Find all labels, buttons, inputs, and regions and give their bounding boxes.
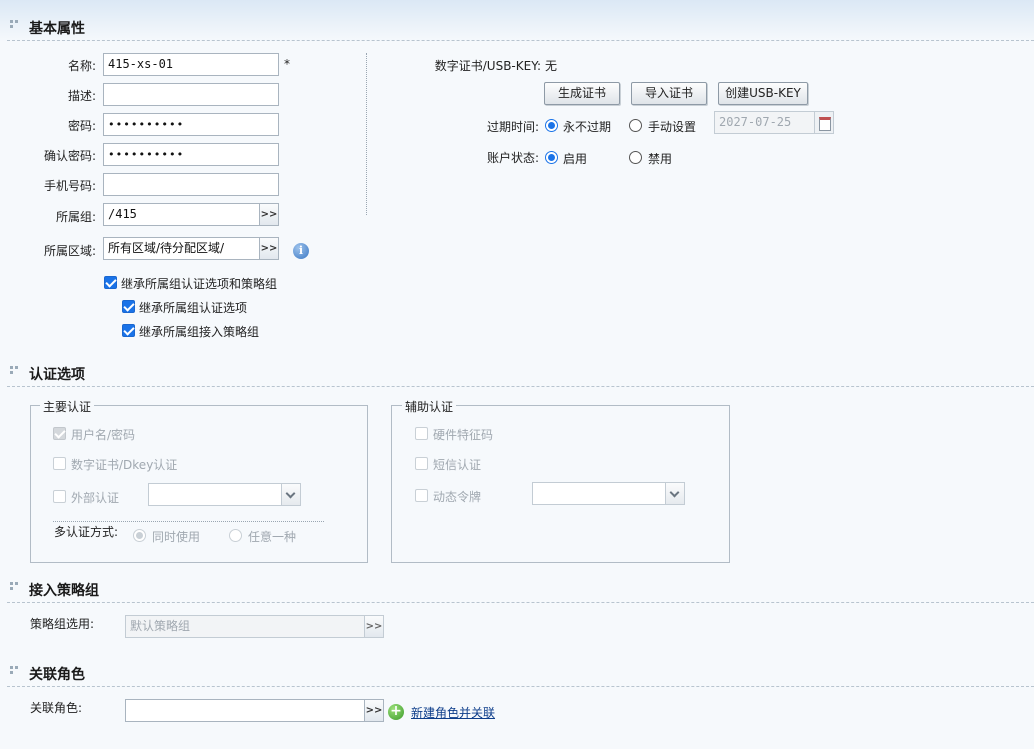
- status-label: 账户状态:: [486, 151, 539, 165]
- userpass-checkbox[interactable]: [53, 427, 66, 440]
- expire-manual-radio[interactable]: [629, 119, 642, 132]
- status-disable-radio[interactable]: [629, 151, 642, 164]
- grip-icon: [10, 366, 20, 376]
- section-divider: [7, 686, 1034, 687]
- token-checkbox[interactable]: [415, 489, 428, 502]
- info-icon[interactable]: i: [293, 243, 309, 259]
- inherit-auth-checkbox[interactable]: [122, 300, 135, 313]
- external-auth-select[interactable]: [148, 483, 301, 506]
- section-header-policy: 接入策略组: [0, 579, 1034, 603]
- import-cert-button[interactable]: 导入证书: [631, 82, 707, 105]
- section-divider: [7, 386, 1034, 387]
- hardware-label: 硬件特征码: [433, 428, 494, 442]
- create-usbkey-button[interactable]: 创建USB-KEY: [718, 82, 808, 105]
- confirm-password-label: 确认密码:: [43, 149, 96, 163]
- phone-input[interactable]: [103, 173, 279, 196]
- expire-never-label: 永不过期: [563, 120, 612, 134]
- section-title-policy: 接入策略组: [29, 583, 99, 599]
- grip-icon: [10, 582, 20, 592]
- add-icon[interactable]: +: [388, 704, 404, 720]
- multi-any-label: 任意一种: [248, 530, 297, 544]
- grip-icon: [10, 666, 20, 676]
- section-header-basic: 基本属性: [0, 17, 1034, 41]
- group-picker-button[interactable]: >>: [259, 203, 279, 226]
- role-label: 关联角色:: [30, 701, 83, 715]
- calendar-icon[interactable]: [814, 111, 834, 134]
- multi-all-radio[interactable]: [133, 529, 146, 542]
- expire-date-input[interactable]: 2027-07-25: [714, 111, 815, 134]
- inherit-policy-checkbox[interactable]: [122, 324, 135, 337]
- sms-label: 短信认证: [433, 458, 482, 472]
- multi-auth-label: 多认证方式:: [54, 525, 119, 539]
- confirm-password-input[interactable]: ••••••••••: [103, 143, 279, 166]
- multi-all-label: 同时使用: [152, 530, 201, 544]
- cert-value: 无: [545, 59, 558, 73]
- sms-checkbox[interactable]: [415, 457, 428, 470]
- desc-input[interactable]: [103, 83, 279, 106]
- region-label: 所属区域:: [43, 244, 96, 258]
- multi-auth-divider: [53, 521, 324, 522]
- chevron-down-icon: [281, 484, 300, 505]
- digital-cert-label: 数字证书/Dkey认证: [71, 458, 178, 472]
- policy-picker-button[interactable]: >>: [364, 615, 384, 638]
- new-role-link[interactable]: 新建角色并关联: [411, 704, 495, 721]
- role-input[interactable]: [125, 699, 365, 722]
- external-auth-checkbox[interactable]: [53, 490, 66, 503]
- section-divider: [7, 40, 1034, 41]
- region-picker-button[interactable]: >>: [259, 237, 279, 260]
- grip-icon: [10, 20, 20, 30]
- hardware-checkbox[interactable]: [415, 427, 428, 440]
- group-label: 所属组:: [55, 210, 96, 224]
- primary-auth-legend: 主要认证: [40, 398, 95, 415]
- expire-never-radio[interactable]: [545, 119, 558, 132]
- policy-input[interactable]: 默认策略组: [125, 615, 365, 638]
- section-title-auth: 认证选项: [29, 367, 85, 383]
- cert-label: 数字证书/USB-KEY:: [434, 59, 541, 73]
- inherit-policy-label: 继承所属组接入策略组: [139, 325, 260, 339]
- group-input[interactable]: /415: [103, 203, 260, 226]
- section-title-basic: 基本属性: [29, 21, 85, 37]
- inherit-all-label: 继承所属组认证选项和策略组: [121, 277, 278, 291]
- inherit-auth-label: 继承所属组认证选项: [139, 301, 248, 315]
- userpass-label: 用户名/密码: [71, 428, 136, 442]
- status-disable-label: 禁用: [648, 152, 673, 166]
- section-header-auth: 认证选项: [0, 363, 1034, 387]
- status-enable-label: 启用: [563, 152, 588, 166]
- column-divider: [366, 53, 367, 215]
- expire-label: 过期时间:: [486, 120, 539, 134]
- external-auth-label: 外部认证: [71, 491, 120, 505]
- desc-label: 描述:: [67, 89, 96, 103]
- digital-cert-checkbox[interactable]: [53, 457, 66, 470]
- expire-manual-label: 手动设置: [648, 120, 697, 134]
- chevron-down-icon: [665, 483, 684, 504]
- section-title-role: 关联角色: [29, 667, 85, 683]
- section-divider: [7, 602, 1034, 603]
- role-picker-button[interactable]: >>: [364, 699, 384, 722]
- name-input[interactable]: 415-xs-01: [103, 53, 279, 76]
- generate-cert-button[interactable]: 生成证书: [544, 82, 620, 105]
- multi-any-radio[interactable]: [229, 529, 242, 542]
- policy-label: 策略组选用:: [30, 617, 95, 631]
- phone-label: 手机号码:: [43, 179, 96, 193]
- required-mark: *: [284, 57, 290, 71]
- password-input[interactable]: ••••••••••: [103, 113, 279, 136]
- aux-auth-legend: 辅助认证: [402, 398, 457, 415]
- password-label: 密码:: [67, 119, 96, 133]
- inherit-all-checkbox[interactable]: [104, 276, 117, 289]
- token-select[interactable]: [532, 482, 685, 505]
- status-enable-radio[interactable]: [545, 151, 558, 164]
- name-label: 名称:: [67, 59, 96, 73]
- region-input[interactable]: 所有区域/待分配区域/: [103, 237, 260, 260]
- section-header-role: 关联角色: [0, 663, 1034, 687]
- token-label: 动态令牌: [433, 490, 482, 504]
